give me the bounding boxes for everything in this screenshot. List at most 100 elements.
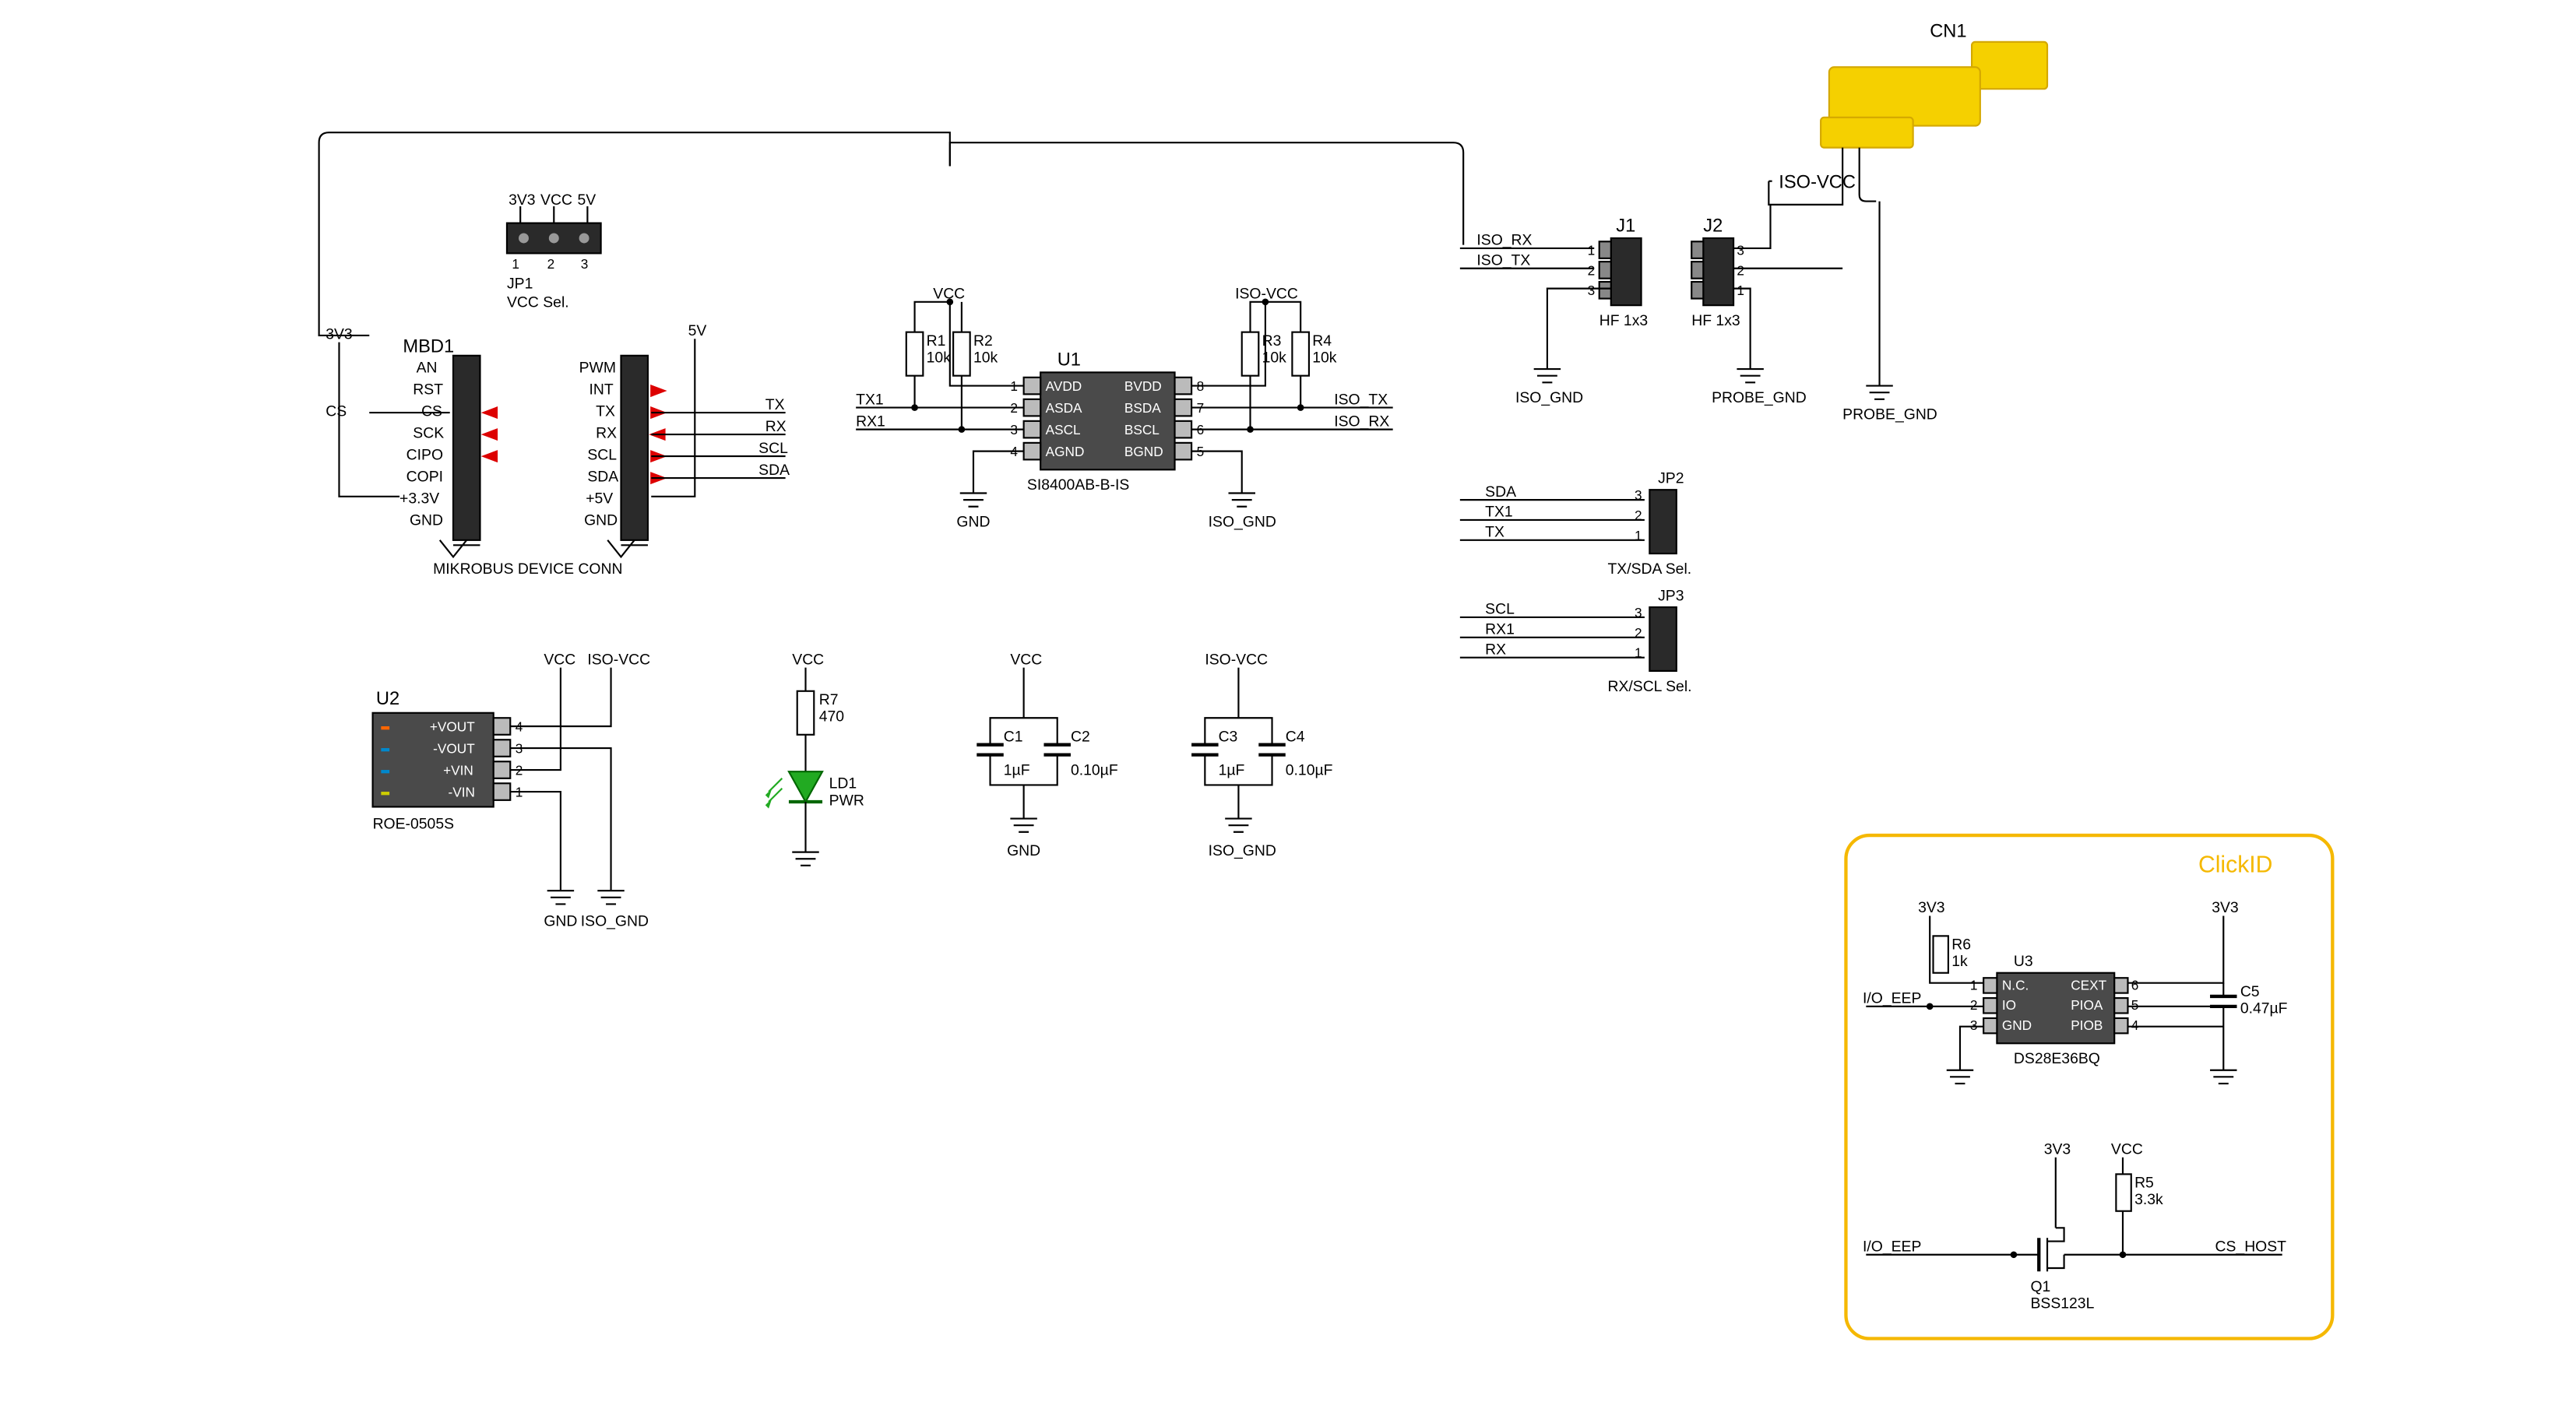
mbd1-ref: MBD1 <box>403 336 454 357</box>
svg-text:5V: 5V <box>688 322 707 339</box>
svg-text:BSDA: BSDA <box>1124 400 1161 416</box>
svg-text:BSCL: BSCL <box>1124 422 1160 437</box>
net-iso-vcc-cn1: ISO-VCC <box>1779 172 1856 192</box>
svg-text:DS28E36BQ: DS28E36BQ <box>2014 1050 2100 1067</box>
svg-text:PROBE_GND: PROBE_GND <box>1712 389 1807 406</box>
svg-text:1: 1 <box>1737 283 1744 298</box>
j2-label: HF 1x3 <box>1691 312 1740 329</box>
svg-text:3: 3 <box>1635 605 1642 620</box>
svg-text:C4: C4 <box>1286 728 1305 745</box>
svg-text:TX: TX <box>765 396 785 413</box>
svg-text:VCC: VCC <box>544 651 575 668</box>
svg-text:+VIN: +VIN <box>443 762 473 778</box>
svg-text:VCC: VCC <box>2111 1140 2143 1158</box>
svg-text:RX: RX <box>765 418 787 435</box>
svg-text:3V3: 3V3 <box>2044 1140 2071 1158</box>
svg-text:IO: IO <box>2002 997 2016 1013</box>
svg-text:JP3: JP3 <box>1658 587 1684 604</box>
component-r6: R6 1k <box>1934 936 1971 972</box>
svg-text:3: 3 <box>581 256 589 272</box>
j1-ref: J1 <box>1616 216 1635 236</box>
svg-text:1k: 1k <box>1951 953 1968 970</box>
svg-text:C2: C2 <box>1071 728 1090 745</box>
j1-label: HF 1x3 <box>1599 312 1648 329</box>
j2-ref: J2 <box>1703 216 1723 236</box>
svg-text:5V: 5V <box>577 191 596 209</box>
svg-text:INT: INT <box>589 381 614 398</box>
svg-text:GND: GND <box>544 912 577 929</box>
svg-text:CEXT: CEXT <box>2071 977 2106 993</box>
mbd1-label: MIKROBUS DEVICE CONN <box>433 560 622 578</box>
schematic-canvas: CN1 ISO-VCC PROBE_GND J2 3 2 1 HF 1x3 PR… <box>0 0 2576 1409</box>
svg-text:10k: 10k <box>927 349 952 366</box>
net-cs: CS <box>326 402 347 420</box>
svg-text:C3: C3 <box>1219 728 1238 745</box>
decouple-iso: ISO-VCC C3 1µF C4 0.10µF ISO_GND <box>1191 651 1333 859</box>
component-jp3: JP3 SCL RX1 RX 3 2 1 RX/SCL Sel. <box>1460 587 1692 694</box>
probe-gnd-2: PROBE_GND <box>1842 386 1937 423</box>
svg-text:ISO-VCC: ISO-VCC <box>1205 651 1268 668</box>
component-c5: C5 0.47µF <box>2210 983 2288 1084</box>
net-iso-tx-j1: ISO_TX <box>1476 251 1530 269</box>
svg-text:TX1: TX1 <box>1485 504 1513 521</box>
svg-text:3: 3 <box>1970 1017 1978 1033</box>
svg-text:SCK: SCK <box>413 424 444 441</box>
svg-text:ASDA: ASDA <box>1046 400 1082 416</box>
svg-text:1µF: 1µF <box>1219 761 1245 778</box>
svg-text:4: 4 <box>2131 1017 2139 1033</box>
component-u3: U3 1N.C. 2IO 3GND 6CEXT 5PIOA 4PIOB DS28… <box>1970 953 2139 1067</box>
svg-text:RX/SCL Sel.: RX/SCL Sel. <box>1607 678 1691 695</box>
svg-text:I/O_EEP: I/O_EEP <box>1863 990 1921 1007</box>
svg-text:AN: AN <box>417 359 438 376</box>
svg-text:SCL: SCL <box>587 446 617 463</box>
svg-text:10k: 10k <box>1262 349 1287 366</box>
svg-text:CIPO: CIPO <box>406 446 443 463</box>
svg-text:VCC: VCC <box>792 651 824 668</box>
svg-text:+VOUT: +VOUT <box>430 719 475 734</box>
svg-text:CS_HOST: CS_HOST <box>2215 1238 2287 1255</box>
svg-text:U3: U3 <box>2014 953 2033 970</box>
svg-text:2: 2 <box>1970 997 1978 1013</box>
net-iso-rx-j1: ISO_RX <box>1476 232 1532 249</box>
svg-text:0.10µF: 0.10µF <box>1071 761 1118 778</box>
iso-gnd-j1: ISO_GND <box>1515 369 1583 406</box>
svg-text:TX/SDA Sel.: TX/SDA Sel. <box>1607 560 1691 578</box>
svg-text:3V3: 3V3 <box>326 325 352 343</box>
svg-text:RX1: RX1 <box>856 413 885 430</box>
svg-text:1: 1 <box>1635 645 1642 661</box>
svg-text:+3.3V: +3.3V <box>399 490 439 507</box>
svg-text:3: 3 <box>1635 487 1642 503</box>
svg-text:6: 6 <box>2131 977 2139 993</box>
jp1-label: VCC Sel. <box>507 293 569 311</box>
svg-text:R4: R4 <box>1312 332 1332 350</box>
component-r7: VCC R7 470 <box>792 651 844 771</box>
svg-text:GND: GND <box>956 514 990 531</box>
svg-text:N.C.: N.C. <box>2002 977 2029 993</box>
svg-text:U2: U2 <box>376 689 399 709</box>
decouple-vcc: VCC C1 1µF C2 0.10µF GND <box>977 651 1118 859</box>
svg-text:R1: R1 <box>927 332 946 350</box>
svg-text:ISO_TX: ISO_TX <box>1334 391 1388 408</box>
svg-text:ROE-0505S: ROE-0505S <box>373 815 455 832</box>
svg-text:RX1: RX1 <box>1485 620 1515 638</box>
svg-text:PWM: PWM <box>579 359 616 376</box>
u1-part: SI8400AB-B-IS <box>1027 476 1129 494</box>
svg-text:ISO-VCC: ISO-VCC <box>587 651 650 668</box>
svg-text:PWR: PWR <box>829 792 864 809</box>
cn1-ref: CN1 <box>1930 21 1966 41</box>
svg-text:1: 1 <box>1588 243 1596 258</box>
svg-text:SDA: SDA <box>587 468 618 485</box>
svg-text:2: 2 <box>1737 262 1744 278</box>
svg-text:0.10µF: 0.10µF <box>1286 761 1333 778</box>
component-j1: J1 1 2 3 HF 1x3 <box>1588 216 1649 329</box>
component-r1: R1 10k <box>906 302 951 408</box>
svg-text:1: 1 <box>1970 977 1978 993</box>
clickid-title: ClickID <box>2198 852 2273 877</box>
jp1-ref: JP1 <box>507 276 533 293</box>
svg-text:AGND: AGND <box>1046 444 1085 459</box>
svg-text:0.47µF: 0.47µF <box>2240 1000 2288 1017</box>
component-u1: U1 1AVDD 2ASDA 3ASCL 4AGND 8BVDD 7BSDA 6… <box>1010 350 1204 494</box>
svg-text:10k: 10k <box>1312 349 1337 366</box>
svg-text:R3: R3 <box>1262 332 1282 350</box>
svg-text:I/O_EEP: I/O_EEP <box>1863 1238 1921 1255</box>
